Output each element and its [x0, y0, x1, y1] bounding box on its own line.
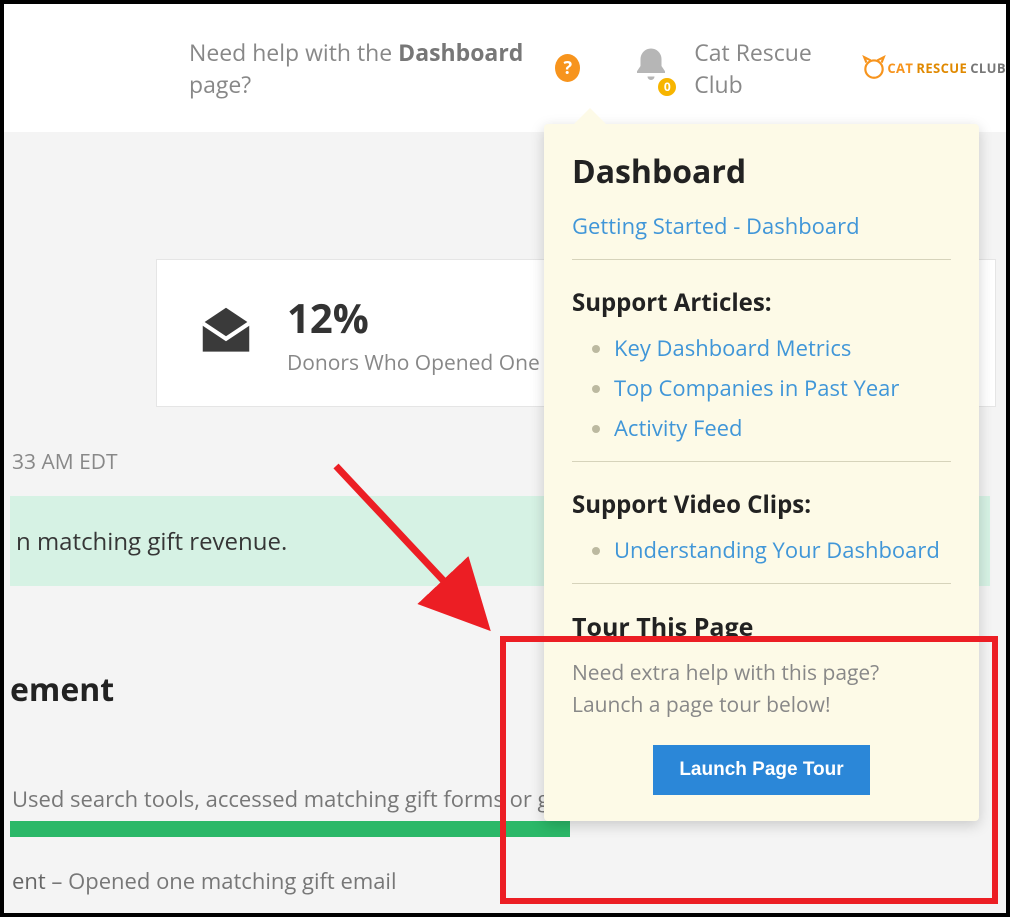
- support-articles-list: Key Dashboard Metrics Top Companies in P…: [572, 333, 951, 443]
- getting-started-link[interactable]: Getting Started - Dashboard: [572, 211, 860, 241]
- revenue-banner-text: n matching gift revenue.: [16, 525, 287, 558]
- progress-bar: [10, 821, 570, 837]
- tour-heading: Tour This Page: [572, 610, 951, 644]
- timestamp: 33 AM EDT: [12, 448, 118, 476]
- org-name[interactable]: Cat Rescue Club: [694, 36, 847, 100]
- engagement-heading: ement: [10, 668, 114, 711]
- logo-word-cat: CAT: [887, 59, 913, 77]
- logo-word-club: CLUB: [970, 59, 1006, 77]
- org-logo[interactable]: CAT RESCUE CLUB: [861, 55, 1006, 81]
- engagement-row-2: ent – Opened one matching gift email: [12, 866, 397, 896]
- tour-section: Tour This Page Need extra help with this…: [572, 610, 951, 795]
- article-link[interactable]: Activity Feed: [614, 413, 743, 443]
- engagement-row-1: Used search tools, accessed matching gif…: [12, 784, 549, 814]
- popover-title: Dashboard: [572, 150, 951, 193]
- help-icon[interactable]: ?: [555, 54, 580, 82]
- envelope-open-icon: [195, 300, 257, 367]
- row2-prefix: ent: [12, 866, 46, 896]
- divider: [572, 259, 951, 260]
- list-item: Activity Feed: [614, 413, 951, 443]
- list-item: Top Companies in Past Year: [614, 373, 951, 403]
- top-header: Need help with the Dashboard page? ? 0 C…: [4, 4, 1006, 132]
- support-videos-heading: Support Video Clips:: [572, 488, 951, 521]
- row2-suffix: – Opened one matching gift email: [46, 866, 397, 896]
- tour-description: Need extra help with this page? Launch a…: [572, 658, 951, 721]
- logo-word-rescue: RESCUE: [916, 59, 967, 77]
- divider: [572, 461, 951, 462]
- list-item: Key Dashboard Metrics: [614, 333, 951, 363]
- divider: [572, 583, 951, 584]
- cat-face-icon: [861, 55, 887, 81]
- video-link[interactable]: Understanding Your Dashboard: [614, 535, 940, 565]
- article-link[interactable]: Key Dashboard Metrics: [614, 333, 851, 363]
- launch-page-tour-button[interactable]: Launch Page Tour: [653, 745, 869, 795]
- list-item: Understanding Your Dashboard: [614, 535, 951, 565]
- support-articles-heading: Support Articles:: [572, 286, 951, 319]
- help-suffix: page?: [189, 68, 251, 100]
- notifications-bell[interactable]: 0: [630, 45, 672, 92]
- bell-badge: 0: [656, 76, 678, 98]
- help-page-name: Dashboard: [398, 36, 523, 68]
- help-popover: Dashboard Getting Started - Dashboard Su…: [544, 124, 979, 821]
- help-prompt: Need help with the Dashboard page?: [189, 36, 547, 100]
- support-videos-list: Understanding Your Dashboard: [572, 535, 951, 565]
- article-link[interactable]: Top Companies in Past Year: [614, 373, 899, 403]
- help-prefix: Need help with the: [189, 36, 398, 68]
